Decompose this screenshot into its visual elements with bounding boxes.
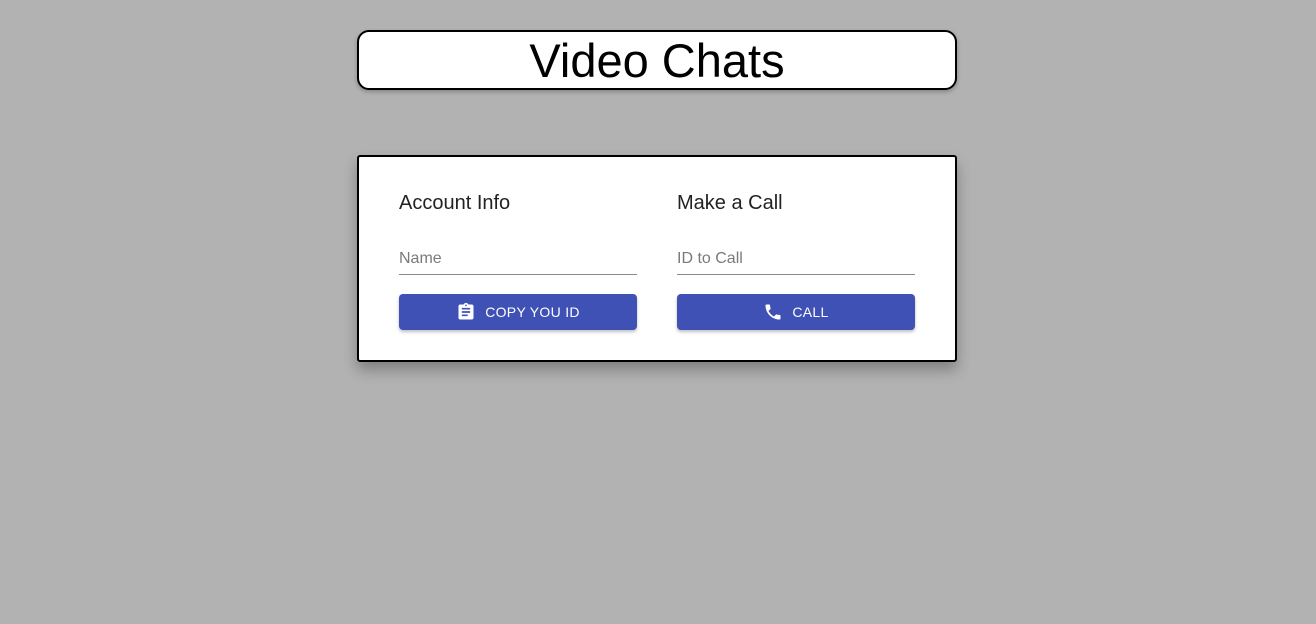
- id-to-call-input[interactable]: [677, 250, 915, 268]
- name-field-container: [399, 237, 637, 275]
- page: Video Chats Account Info COPY YOU ID Mak…: [0, 0, 1316, 624]
- page-title: Video Chats: [529, 33, 785, 87]
- id-to-call-field-container: [677, 237, 915, 275]
- name-input[interactable]: [399, 250, 637, 268]
- call-button[interactable]: CALL: [677, 294, 915, 330]
- make-call-heading: Make a Call: [677, 192, 783, 214]
- phone-icon: [763, 302, 783, 322]
- copy-id-button-label: COPY YOU ID: [485, 304, 580, 320]
- clipboard-icon: [456, 302, 476, 322]
- account-info-heading: Account Info: [399, 192, 511, 214]
- title-banner: Video Chats: [357, 30, 957, 90]
- call-button-label: CALL: [792, 304, 829, 320]
- options-card: Account Info COPY YOU ID Make a Call: [357, 155, 957, 362]
- copy-id-button[interactable]: COPY YOU ID: [399, 294, 637, 330]
